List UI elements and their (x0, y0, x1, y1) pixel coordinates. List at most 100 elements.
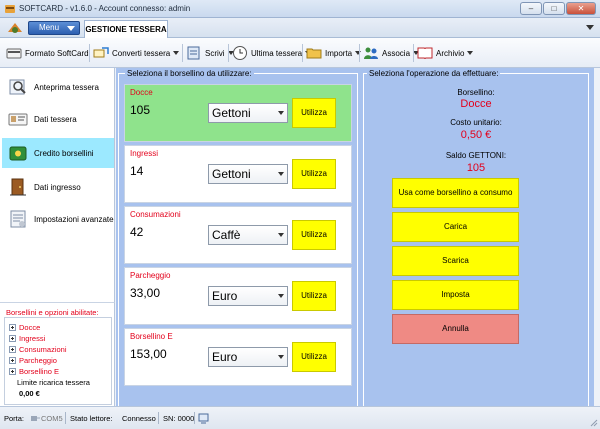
use-button[interactable]: Utilizza (292, 98, 336, 128)
status-divider (194, 412, 195, 424)
unit-select[interactable]: Gettoni (208, 164, 288, 184)
write-icon (187, 46, 200, 60)
settings-form-icon (10, 210, 26, 228)
formato-softcard-button[interactable]: Formato SoftCard (6, 43, 89, 63)
resize-grip-icon[interactable] (588, 417, 598, 427)
chevron-down-icon (278, 294, 284, 298)
converti-tessera-button[interactable]: Converti tessera (93, 43, 180, 63)
tree-item-limit-value: 0,00 € (19, 388, 40, 399)
enabled-wallets-panel: Borsellini e opzioni abilitate: Docce In… (0, 302, 115, 406)
use-button[interactable]: Utilizza (292, 281, 336, 311)
wallet-card-docce[interactable]: Docce 105 Gettoni Utilizza (124, 84, 352, 142)
ultima-tessera-button[interactable]: Ultima tessera (232, 43, 312, 63)
minimize-button[interactable]: – (520, 2, 542, 15)
expand-icon[interactable] (9, 357, 16, 364)
door-icon (10, 178, 26, 196)
unit-select[interactable]: Gettoni (208, 103, 288, 123)
wallet-name: Docce (130, 88, 153, 97)
sidebar-item-label: Dati ingresso (34, 182, 81, 192)
importa-label: Importa (325, 48, 353, 58)
sidebar-item-label: Dati tessera (34, 114, 77, 124)
chevron-down-icon (278, 111, 284, 115)
expand-icon[interactable] (9, 368, 16, 375)
converti-tessera-label: Converti tessera (112, 48, 171, 58)
menu-button-label: Menu (39, 23, 60, 32)
limit-label: Limite ricarica tessera (17, 378, 90, 387)
status-divider (65, 412, 66, 424)
tree-item[interactable]: Ingressi (9, 333, 45, 344)
wallet-value: 33,00 (130, 286, 161, 300)
use-as-consumption-button[interactable]: Usa come borsellino a consumo (392, 178, 519, 208)
wallet-card-parcheggio[interactable]: Parcheggio 33,00 Euro Utilizza (124, 267, 352, 325)
unit-cost-value: 0,50 € (460, 129, 492, 141)
tree-item-limit: Limite ricarica tessera (17, 377, 90, 388)
tree-item-label: Consumazioni (19, 345, 67, 354)
unit-select[interactable]: Euro (208, 347, 288, 367)
sidebar-item-dati-tessera[interactable]: Dati tessera (2, 104, 114, 134)
tree-item[interactable]: Parcheggio (9, 355, 57, 366)
toolbar-divider (89, 44, 90, 62)
close-button[interactable]: ✕ (566, 2, 596, 15)
unit-select-value: Euro (212, 350, 238, 364)
cancel-button[interactable]: Annulla (392, 314, 519, 344)
menu-button[interactable]: Menu (28, 21, 80, 35)
wallet-value: 153,00 (130, 347, 167, 361)
clock-icon (233, 46, 247, 60)
maximize-button[interactable]: □ (543, 2, 565, 15)
expand-icon[interactable] (9, 335, 16, 342)
associa-button[interactable]: Associa (363, 43, 420, 63)
formato-softcard-label: Formato SoftCard (25, 48, 89, 58)
wallet-card-ingressi[interactable]: Ingressi 14 Gettoni Utilizza (124, 145, 352, 203)
unit-select-value: Euro (212, 289, 238, 303)
unit-select[interactable]: Caffè (208, 225, 288, 245)
unload-button[interactable]: Scarica (392, 246, 519, 276)
wallet-card-borsellino-e[interactable]: Borsellino E 153,00 Euro Utilizza (124, 328, 352, 386)
use-button[interactable]: Utilizza (292, 159, 336, 189)
unit-select[interactable]: Euro (208, 286, 288, 306)
folder-icon (306, 48, 322, 59)
importa-button[interactable]: Importa (306, 43, 362, 63)
use-button[interactable]: Utilizza (292, 342, 336, 372)
wallet-value: 105 (130, 103, 151, 117)
wallet-card-consumazioni[interactable]: Consumazioni 42 Caffè Utilizza (124, 206, 352, 264)
tree-item[interactable]: Consumazioni (9, 344, 67, 355)
expand-icon[interactable] (9, 324, 16, 331)
monitor-icon[interactable] (198, 413, 209, 424)
card-format-icon (6, 48, 22, 59)
scrivi-label: Scrivi (205, 48, 225, 58)
wallet-value: 14 (130, 164, 144, 178)
app-icon[interactable] (6, 20, 24, 36)
use-button[interactable]: Utilizza (292, 220, 336, 250)
set-button[interactable]: Imposta (392, 280, 519, 310)
sidebar-item-credito-borsellini[interactable]: Credito borsellini (2, 138, 114, 168)
serial-number: SN: 0000 (163, 414, 195, 423)
port-value: COM5 (41, 414, 63, 423)
sidebar-item-dati-ingresso[interactable]: Dati ingresso (2, 172, 114, 202)
chevron-down-icon (278, 355, 284, 359)
book-icon (417, 47, 433, 60)
expand-icon[interactable] (9, 346, 16, 353)
wallet-selection-title: Seleziona il borsellino da utilizzare: (125, 69, 254, 78)
chevron-down-icon (278, 233, 284, 237)
sidebar-item-impostazioni-avanzate[interactable]: Impostazioni avanzate (2, 204, 114, 234)
tree-item[interactable]: Docce (9, 322, 40, 333)
status-divider (158, 412, 159, 424)
unit-cost-label: Costo unitario: (450, 118, 502, 127)
tree-item-label: Docce (19, 323, 41, 332)
tree-item[interactable]: Borsellino E (9, 366, 59, 377)
balance-label: Saldo GETTONI: (445, 151, 507, 160)
load-button[interactable]: Carica (392, 212, 519, 242)
archivio-button[interactable]: Archivio (417, 43, 474, 63)
selected-wallet-value: Docce (460, 98, 492, 110)
ribbon-options-icon[interactable] (586, 25, 594, 30)
chevron-down-icon (173, 51, 180, 55)
magnifier-icon (9, 79, 26, 95)
chevron-down-icon (467, 51, 474, 55)
sidebar-item-anteprima-tessera[interactable]: Anteprima tessera (2, 72, 114, 102)
tab-gestione-tessera[interactable]: GESTIONE TESSERA (84, 20, 168, 38)
wallet-name: Borsellino E (130, 332, 173, 341)
ultima-tessera-label: Ultima tessera (251, 48, 303, 58)
operation-title: Seleziona l'operazione da effettuare: (367, 69, 501, 78)
reader-status-value: Connesso (122, 414, 156, 423)
scrivi-button[interactable]: Scrivi (186, 43, 234, 63)
